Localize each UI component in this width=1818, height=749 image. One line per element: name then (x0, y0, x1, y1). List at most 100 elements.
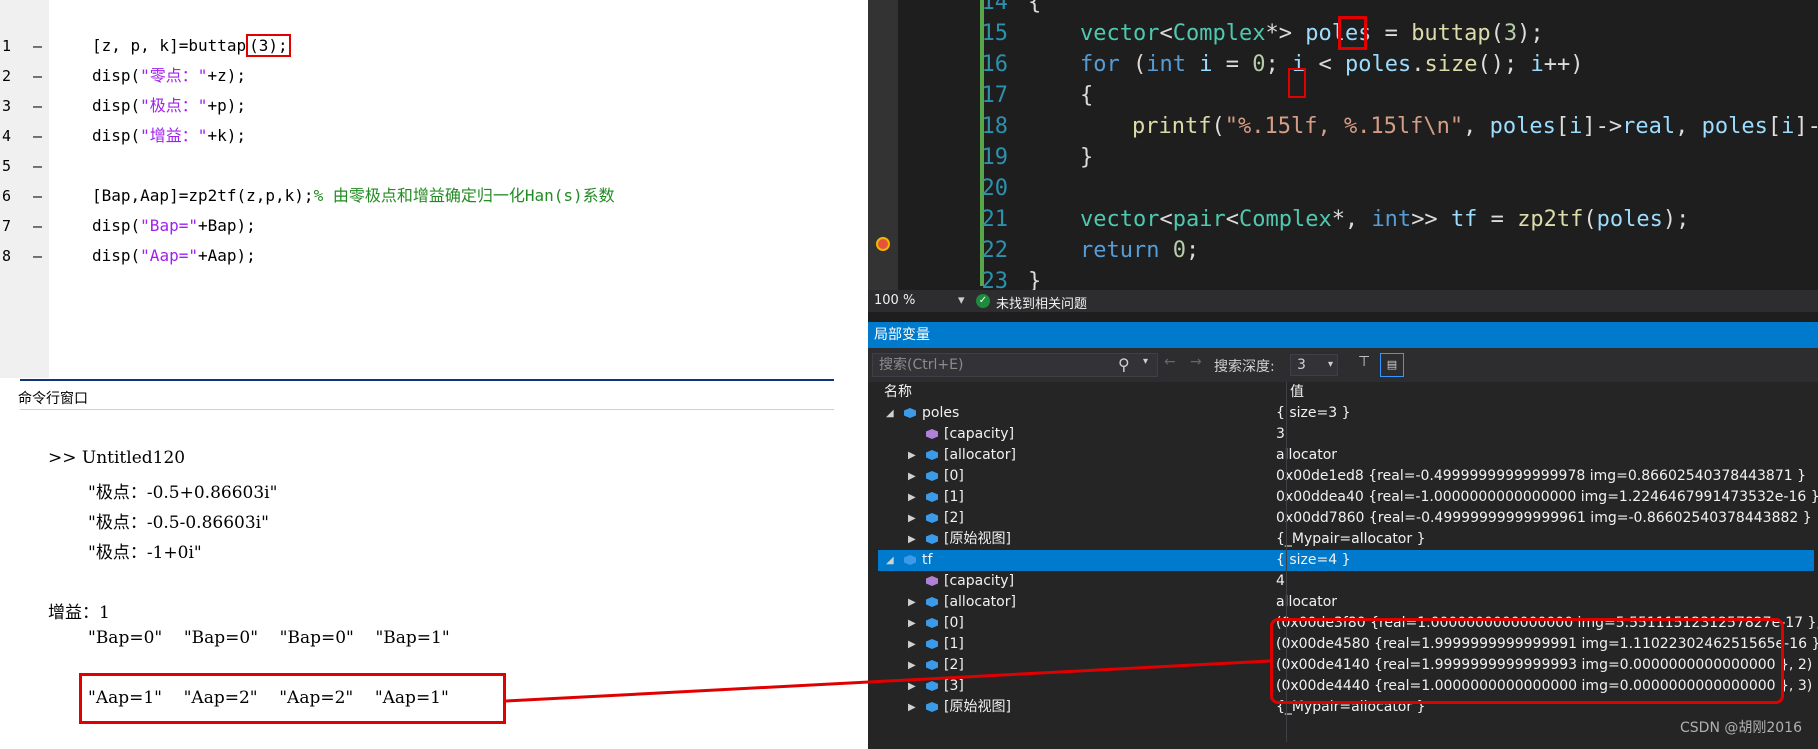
locals-row-name: [0] (944, 468, 964, 484)
expand-arrow-icon[interactable]: ▶ (908, 634, 920, 655)
vs-line-number: 14 (981, 0, 1009, 15)
locals-row[interactable]: ◢ tf { size=4 } (878, 550, 1814, 571)
breakpoint-dash[interactable]: — (33, 183, 42, 209)
locals-row[interactable]: ▶ [allocator] allocator (878, 592, 1814, 613)
expand-arrow-icon[interactable]: ▶ (908, 676, 920, 697)
zoom-dropdown-icon[interactable]: ▾ (958, 293, 965, 308)
collapse-arrow-icon[interactable]: ◢ (886, 550, 898, 571)
property-icon (926, 429, 938, 439)
expand-arrow-icon[interactable]: ▶ (908, 613, 920, 634)
field-icon (904, 555, 916, 565)
locals-row-value: 3 (1276, 426, 1285, 442)
matlab-editor-pane: 1 — [z, p, k]=buttap (3); 2 — disp("零点："+z); 3 —… (0, 0, 868, 749)
expand-arrow-icon[interactable]: ▶ (908, 466, 920, 487)
search-depth-label: 搜索深度: (1214, 359, 1275, 375)
code-text: [Bap,Aap]=zp2tf(z,p,k);% 由零极点和增益确定归一化Han… (92, 186, 615, 205)
locals-row-name: [capacity] (944, 573, 1015, 589)
watermark: CSDN @胡刚2016 (1680, 720, 1802, 736)
field-icon (904, 408, 916, 418)
breakpoint-margin[interactable] (868, 0, 898, 290)
locals-row[interactable]: ▶ [0] 0x00de1ed8 {real=-0.4999999999999997… (878, 466, 1814, 487)
vs-code-line[interactable]: return 0; (1080, 238, 1199, 263)
field-icon (926, 597, 938, 607)
line-number: 6 (2, 187, 12, 205)
locals-row-name: [1] (944, 636, 964, 652)
locals-row[interactable]: ▶ [1] 0x00ddea40 {real=-1.0000000000000000… (878, 487, 1818, 508)
vs-line-number: 21 (981, 207, 1009, 232)
command-window-divider (20, 409, 834, 410)
breakpoint-icon[interactable] (876, 237, 890, 251)
expand-arrow-icon[interactable]: ▶ (908, 445, 920, 466)
depth-dropdown-icon[interactable]: ▾ (1328, 355, 1333, 375)
locals-row-name: [allocator] (944, 594, 1016, 610)
expand-arrow-icon[interactable]: ▶ (908, 529, 920, 550)
breakpoint-dash[interactable]: — (33, 213, 42, 239)
vs-line-number: 15 (981, 21, 1009, 46)
locals-row[interactable]: [capacity] 3 (878, 424, 1814, 445)
breakpoint-dash[interactable]: — (33, 63, 42, 89)
breakpoint-dash[interactable]: — (33, 153, 42, 179)
vs-code-line[interactable]: vector<Complex*> poles = buttap(3); (1080, 21, 1544, 46)
vs-code-line[interactable]: { (1080, 83, 1093, 108)
pin-filter-icon[interactable]: ⊤ (1358, 354, 1370, 370)
value-column-header[interactable]: 值 (1290, 382, 1304, 403)
locals-row[interactable]: [capacity] 4 (878, 571, 1814, 592)
breakpoint-dash[interactable]: — (33, 123, 42, 149)
expand-arrow-icon[interactable]: ▶ (908, 592, 920, 613)
locals-row[interactable]: ▶ [原始视图] {_Mypair=allocator } (878, 529, 1814, 550)
field-icon (926, 618, 938, 628)
vs-code-line[interactable]: vector<pair<Complex*, int>> tf = zp2tf(p… (1080, 207, 1689, 232)
command-output-line: "极点：-0.5+0.86603i" (88, 483, 278, 503)
locals-row[interactable]: ▶ [allocator] allocator (878, 445, 1814, 466)
zoom-level[interactable]: 100 % (874, 293, 915, 308)
search-depth-select[interactable]: 3 ▾ (1290, 354, 1338, 376)
vs-code-line[interactable]: } (1080, 145, 1093, 170)
vs-line-number: 18 (981, 114, 1009, 139)
expand-arrow-icon[interactable]: ▶ (908, 487, 920, 508)
code-text: disp("增益："+k); (92, 126, 246, 145)
field-icon (926, 492, 938, 502)
vs-line-number: 23 (981, 269, 1009, 290)
panel-separator (20, 379, 834, 381)
name-column-header[interactable]: 名称 (884, 382, 912, 403)
forward-arrow-icon[interactable]: → (1190, 354, 1202, 370)
code-text: disp("极点："+p); (92, 96, 246, 115)
locals-row-value: {_Mypair=allocator } (1276, 531, 1426, 547)
line-number: 5 (2, 157, 12, 175)
vs-code-line[interactable]: for (int i = 0; i < poles.size(); i++) (1080, 52, 1583, 77)
vs-for-semicolon-highlight (1288, 68, 1306, 98)
expand-arrow-icon[interactable]: ▶ (908, 655, 920, 676)
command-output-line: "极点：-1+0i" (88, 543, 202, 563)
vs-line-number: 22 (981, 238, 1009, 263)
breakpoint-dash[interactable]: — (33, 93, 42, 119)
field-icon (926, 639, 938, 649)
search-dropdown-icon[interactable]: ▾ (1143, 356, 1148, 367)
locals-row-value: 4 (1276, 573, 1285, 589)
field-icon (926, 702, 938, 712)
line-number: 3 (2, 97, 12, 115)
hex-view-icon[interactable]: ▤ (1380, 353, 1404, 377)
locals-row-value: 0x00dd7860 {real=-0.49999999999999961 im… (1276, 510, 1812, 526)
line-number: 7 (2, 217, 12, 235)
collapse-arrow-icon[interactable]: ◢ (886, 403, 898, 424)
locals-search-input[interactable]: 搜索(Ctrl+E) (872, 353, 1158, 377)
command-output-line: >> Untitled120 (48, 448, 186, 468)
locals-row[interactable]: ◢ poles { size=3 } (878, 403, 1814, 424)
breakpoint-dash[interactable]: — (33, 243, 42, 269)
field-icon (926, 450, 938, 460)
back-arrow-icon[interactable]: ← (1164, 354, 1176, 370)
vs-code-line[interactable]: printf("%.15lf, %.15lf\n", poles[i]->rea… (1132, 114, 1818, 139)
locals-row-name: [原始视图] (944, 699, 1011, 715)
expand-arrow-icon[interactable]: ▶ (908, 697, 920, 718)
locals-row-name: [0] (944, 615, 964, 631)
expand-arrow-icon[interactable]: ▶ (908, 508, 920, 529)
line-number: 4 (2, 127, 12, 145)
vs-code-line[interactable]: { (1028, 0, 1041, 15)
code-text: disp("Aap="+Aap); (92, 246, 256, 265)
locals-row[interactable]: ▶ [2] 0x00dd7860 {real=-0.4999999999999996… (878, 508, 1814, 529)
command-output-line: "Bap=0" "Bap=0" "Bap=0" "Bap=1" (88, 628, 450, 648)
vs-code-line[interactable]: } (1028, 269, 1041, 290)
locals-row-value: 0x00ddea40 {real=-1.0000000000000000 img… (1276, 489, 1818, 505)
breakpoint-dash[interactable]: — (33, 33, 42, 59)
search-icon[interactable]: ⚲ (1118, 355, 1130, 374)
